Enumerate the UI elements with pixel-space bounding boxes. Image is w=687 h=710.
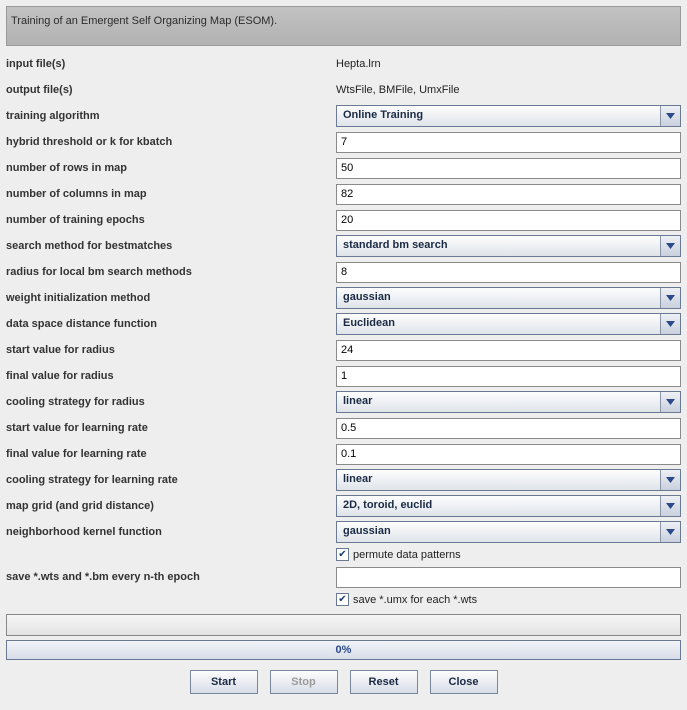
dialog-title-bar: Training of an Emergent Self Organizing … (6, 6, 681, 46)
row-cols: number of columns in map (6, 182, 681, 206)
select-neigh-kernel[interactable]: gaussian (336, 521, 681, 543)
input-cols[interactable] (336, 184, 681, 205)
dialog-title: Training of an Emergent Self Organizing … (11, 15, 277, 27)
input-radius-local[interactable] (336, 262, 681, 283)
checkbox-save-umx[interactable]: ✔ (336, 593, 349, 606)
button-row: Start Stop Reset Close (6, 670, 681, 704)
select-training-algorithm[interactable]: Online Training (336, 105, 681, 127)
input-radius-final[interactable] (336, 366, 681, 387)
select-distance-function[interactable]: Euclidean (336, 313, 681, 335)
chevron-down-icon (660, 314, 680, 334)
select-search-method[interactable]: standard bm search (336, 235, 681, 257)
progress-percent: 0% (336, 644, 352, 656)
select-training-algorithm-value: Online Training (337, 106, 660, 126)
row-radius-start: start value for radius (6, 338, 681, 362)
select-neigh-kernel-value: gaussian (337, 522, 660, 542)
label-epochs: number of training epochs (6, 214, 336, 226)
select-cool-radius-value: linear (337, 392, 660, 412)
select-map-grid[interactable]: 2D, toroid, euclid (336, 495, 681, 517)
row-save-every: save *.wts and *.bm every n-th epoch (6, 565, 681, 589)
row-epochs: number of training epochs (6, 208, 681, 232)
row-lr-final: final value for learning rate (6, 442, 681, 466)
input-rows[interactable] (336, 158, 681, 179)
select-weight-init-value: gaussian (337, 288, 660, 308)
value-input-files: Hepta.lrn (336, 58, 381, 70)
label-hybrid-k: hybrid threshold or k for kbatch (6, 136, 336, 148)
chevron-down-icon (660, 522, 680, 542)
label-distance-function: data space distance function (6, 318, 336, 330)
label-cols: number of columns in map (6, 188, 336, 200)
label-search-method: search method for bestmatches (6, 240, 336, 252)
label-cool-radius: cooling strategy for radius (6, 396, 336, 408)
chevron-down-icon (660, 496, 680, 516)
label-weight-init: weight initialization method (6, 292, 336, 304)
row-training-algorithm: training algorithm Online Training (6, 104, 681, 128)
input-lr-start[interactable] (336, 418, 681, 439)
row-cool-lr: cooling strategy for learning rate linea… (6, 468, 681, 492)
label-lr-start: start value for learning rate (6, 422, 336, 434)
select-map-grid-value: 2D, toroid, euclid (337, 496, 660, 516)
chevron-down-icon (660, 288, 680, 308)
checkbox-permute[interactable]: ✔ (336, 548, 349, 561)
dialog-root: Training of an Emergent Self Organizing … (0, 0, 687, 710)
select-search-method-value: standard bm search (337, 236, 660, 256)
row-search-method: search method for bestmatches standard b… (6, 234, 681, 258)
label-cool-lr: cooling strategy for learning rate (6, 474, 336, 486)
row-cool-radius: cooling strategy for radius linear (6, 390, 681, 414)
input-save-every[interactable] (336, 567, 681, 588)
input-hybrid-k[interactable] (336, 132, 681, 153)
row-rows: number of rows in map (6, 156, 681, 180)
row-save-umx: ✔ save *.umx for each *.wts (336, 591, 681, 608)
chevron-down-icon (660, 106, 680, 126)
progress-area: 0% (6, 614, 681, 660)
row-radius-local: radius for local bm search methods (6, 260, 681, 284)
select-distance-function-value: Euclidean (337, 314, 660, 334)
label-map-grid: map grid (and grid distance) (6, 500, 336, 512)
row-neigh-kernel: neighborhood kernel function gaussian (6, 520, 681, 544)
input-radius-start[interactable] (336, 340, 681, 361)
progress-bar-1 (6, 614, 681, 636)
row-radius-final: final value for radius (6, 364, 681, 388)
select-weight-init[interactable]: gaussian (336, 287, 681, 309)
select-cool-radius[interactable]: linear (336, 391, 681, 413)
value-output-files: WtsFile, BMFile, UmxFile (336, 84, 459, 96)
label-neigh-kernel: neighborhood kernel function (6, 526, 336, 538)
label-save-every: save *.wts and *.bm every n-th epoch (6, 571, 336, 583)
row-permute: ✔ permute data patterns (336, 546, 681, 563)
select-cool-lr-value: linear (337, 470, 660, 490)
label-radius-start: start value for radius (6, 344, 336, 356)
label-lr-final: final value for learning rate (6, 448, 336, 460)
chevron-down-icon (660, 236, 680, 256)
label-input-files: input file(s) (6, 58, 336, 70)
label-permute: permute data patterns (353, 549, 461, 561)
label-radius-local: radius for local bm search methods (6, 266, 336, 278)
chevron-down-icon (660, 470, 680, 490)
chevron-down-icon (660, 392, 680, 412)
row-distance-function: data space distance function Euclidean (6, 312, 681, 336)
input-lr-final[interactable] (336, 444, 681, 465)
progress-bar-2: 0% (6, 640, 681, 660)
row-lr-start: start value for learning rate (6, 416, 681, 440)
row-weight-init: weight initialization method gaussian (6, 286, 681, 310)
label-training-algorithm: training algorithm (6, 110, 336, 122)
select-cool-lr[interactable]: linear (336, 469, 681, 491)
row-input-files: input file(s) Hepta.lrn (6, 52, 681, 76)
row-hybrid-k: hybrid threshold or k for kbatch (6, 130, 681, 154)
row-map-grid: map grid (and grid distance) 2D, toroid,… (6, 494, 681, 518)
label-rows: number of rows in map (6, 162, 336, 174)
label-radius-final: final value for radius (6, 370, 336, 382)
label-save-umx: save *.umx for each *.wts (353, 594, 477, 606)
label-output-files: output file(s) (6, 84, 336, 96)
input-epochs[interactable] (336, 210, 681, 231)
row-output-files: output file(s) WtsFile, BMFile, UmxFile (6, 78, 681, 102)
